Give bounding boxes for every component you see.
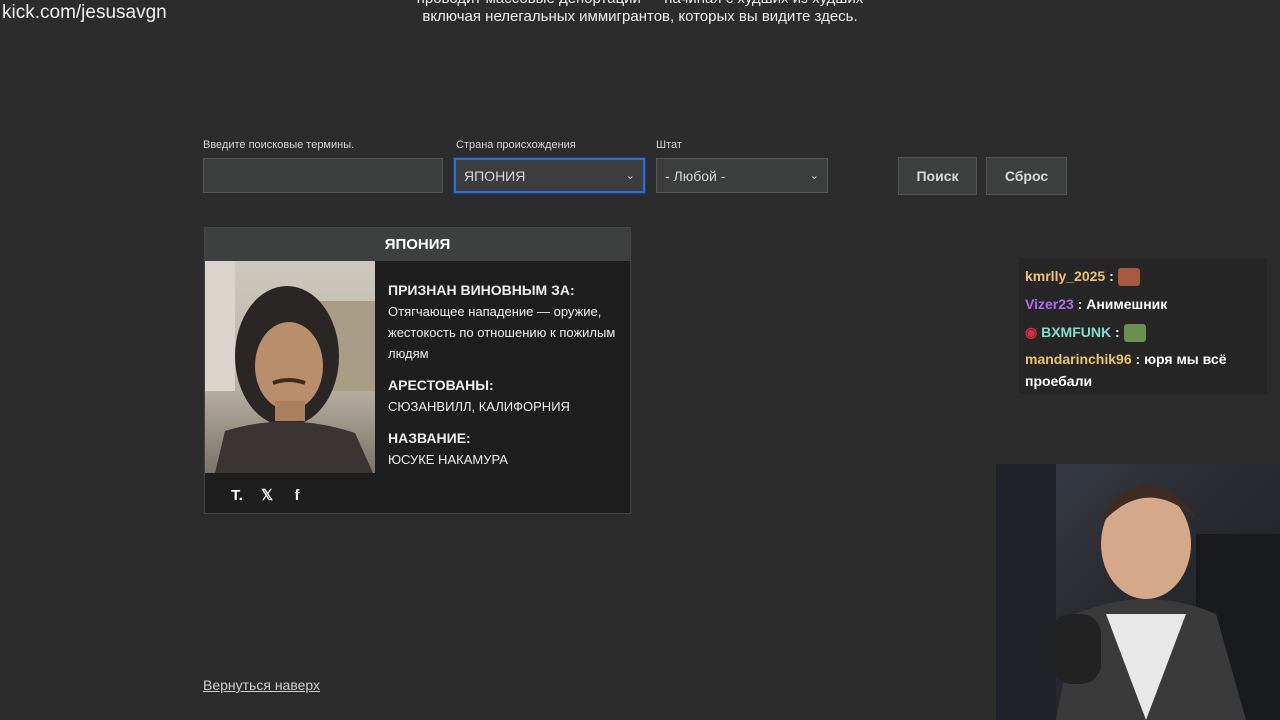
reset-button[interactable]: Сброс: [986, 157, 1067, 195]
truth-social-icon[interactable]: T.: [229, 487, 245, 504]
name-label: НАЗВАНИЕ:: [388, 430, 471, 446]
chat-username: mandarinchik96: [1025, 351, 1132, 367]
country-label: Страна происхождения: [456, 139, 576, 151]
facebook-icon[interactable]: f: [289, 487, 305, 504]
name-value: ЮСУКЕ НАКАМУРА: [388, 452, 508, 467]
card-info: ПРИЗНАН ВИНОВНЫМ ЗА: Отягчающее нападени…: [388, 280, 618, 481]
emote-icon: [1123, 324, 1146, 343]
card-header: ЯПОНИЯ: [205, 228, 630, 261]
chat-message: ◉ BXMFUNK :: [1025, 318, 1261, 346]
state-label: Штат: [656, 139, 682, 151]
chat-message: mandarinchik96 : юря мы всё проебали: [1025, 351, 1227, 389]
convicted-label: ПРИЗНАН ВИНОВНЫМ ЗА:: [388, 282, 575, 298]
intro-text: проводит массовые депортации — начиная с…: [380, 0, 900, 26]
chat-username: kmrlly_2025: [1025, 268, 1106, 284]
back-to-top-link[interactable]: Вернуться наверх: [203, 677, 320, 693]
convicted-value: Отягчающее нападение — оружие, жестокост…: [388, 304, 616, 361]
intro-line-1: проводит массовые депортации — начиная с…: [380, 0, 900, 8]
arrested-label: АРЕСТОВАНЫ:: [388, 377, 494, 393]
webcam-overlay: [996, 464, 1280, 720]
emote-icon: [1117, 268, 1140, 287]
arrested-value: СЮЗАНВИЛЛ, КАЛИФОРНИЯ: [388, 399, 570, 414]
result-card: ЯПОНИЯ ПРИЗНАН ВИНОВНЫМ ЗА: Отягчающее н…: [204, 227, 631, 514]
mugshot-photo: [205, 261, 375, 473]
chat-message: Vizer23 : Анимешник: [1025, 296, 1168, 312]
state-select-value: - Любой -: [665, 167, 726, 184]
search-input[interactable]: [203, 158, 443, 193]
chat-text: Анимешник: [1086, 296, 1168, 312]
intro-line-2: включая нелегальных иммигрантов, которых…: [422, 8, 858, 25]
chat-username: Vizer23: [1025, 296, 1074, 312]
chevron-down-icon: ⌄: [625, 170, 635, 182]
search-button[interactable]: Поиск: [898, 157, 977, 195]
chat-username: BXMFUNK: [1041, 324, 1112, 340]
chat-message: kmrlly_2025 :: [1025, 262, 1261, 290]
chevron-down-icon: ⌄: [809, 170, 819, 182]
state-select[interactable]: - Любой - ⌄: [656, 158, 828, 193]
country-select-value: ЯПОНИЯ: [464, 167, 526, 184]
x-icon[interactable]: 𝕏: [259, 486, 275, 504]
badge-icon: ◉: [1025, 324, 1038, 340]
stream-watermark: kick.com/jesusavgn: [2, 2, 167, 23]
share-icons: T. 𝕏 f: [229, 486, 305, 505]
stream-chat: kmrlly_2025 : Vizer23 : Анимешник ◉ BXMF…: [1019, 258, 1267, 394]
search-terms-label: Введите поисковые термины.: [203, 139, 355, 151]
country-select[interactable]: ЯПОНИЯ ⌄: [454, 158, 645, 193]
